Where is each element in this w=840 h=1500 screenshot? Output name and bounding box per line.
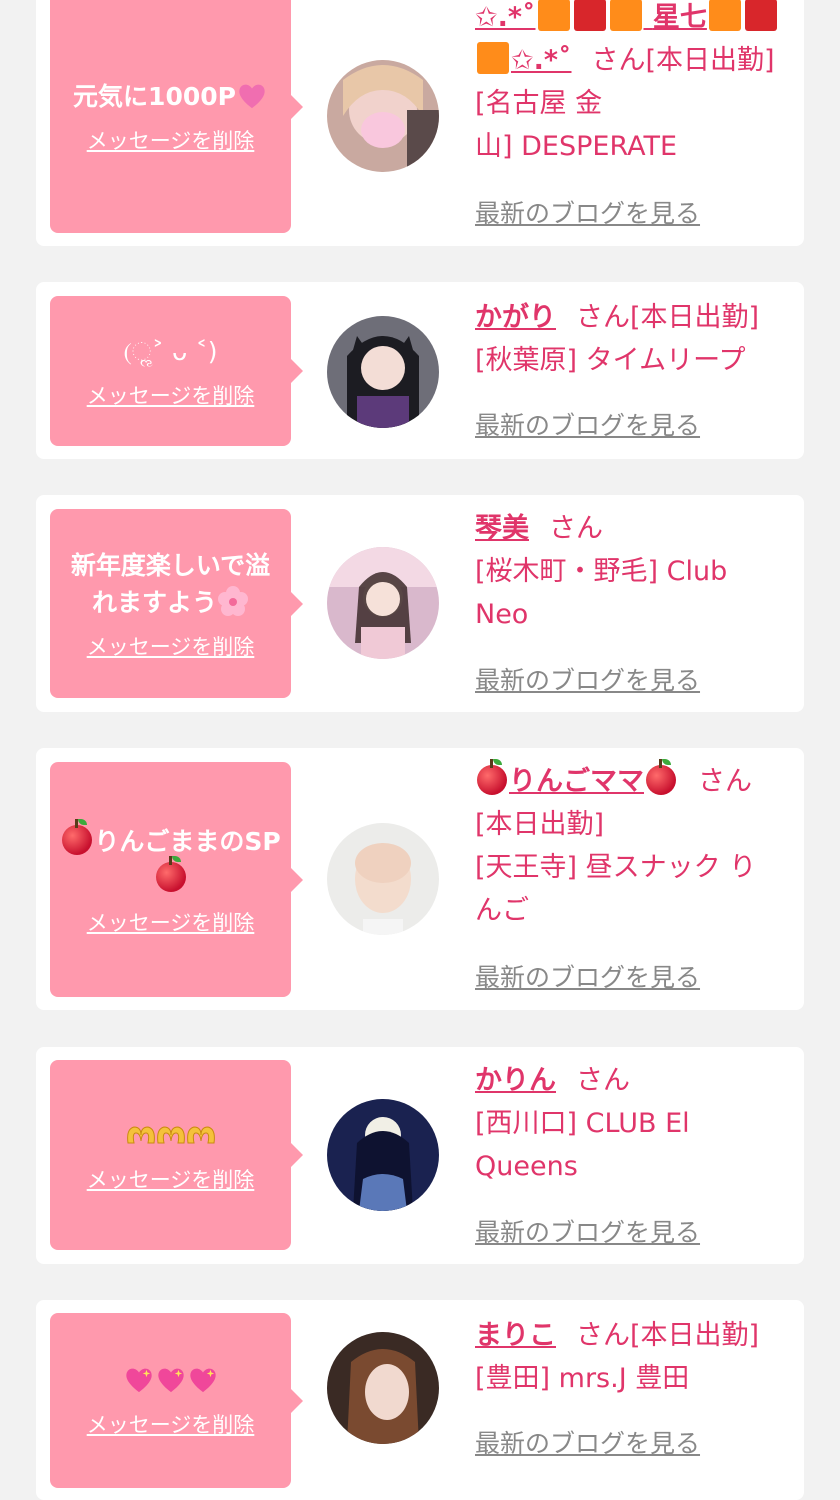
cast-info: まりこ さん[本日出勤] [豊田] mrs.J 豊田: [475, 1314, 795, 1400]
latest-blog-link[interactable]: 最新のブログを見る: [475, 406, 700, 442]
message-bubble: (ૢ˃ ᴗ ˂) メッセージを削除: [50, 296, 303, 446]
cast-info: ✩.*˚ 星七 ✩.*˚ さん[本日出勤] [名古屋 金 山] DESPERATE: [475, 0, 795, 168]
info-line: [本日出勤]: [630, 1320, 760, 1351]
apple-icon: [646, 759, 676, 795]
delete-message-link[interactable]: メッセージを削除: [87, 125, 255, 155]
message-bubble: 元気に1000P メッセージを削除: [50, 0, 303, 233]
info-line: [西川口] CLUB El: [475, 1108, 690, 1139]
cast-name-link[interactable]: まりこ: [475, 1320, 556, 1351]
cast-info: かりん さん [西川口] CLUB El Queens: [475, 1059, 795, 1188]
message-bubble: メッセージを削除: [50, 1313, 303, 1488]
honorific: さん: [576, 1320, 630, 1351]
avatar[interactable]: [327, 1099, 439, 1211]
cast-info: りんごママ さん [本日出勤] [天王寺] 昼スナック り んご: [475, 759, 795, 932]
favorite-card: メッセージを削除 まりこ さん[本日出勤] [豊田] mrs.J 豊田 最新のブロ…: [36, 1300, 804, 1500]
info-line: [桜木町・野毛] Club: [475, 556, 728, 587]
info-line: [豊田] mrs.J 豊田: [475, 1363, 690, 1394]
favorite-card: 元気に1000P メッセージを削除 ✩.*˚ 星七 ✩.*˚ さん[本日出勤] [名…: [36, 0, 804, 246]
latest-blog-link[interactable]: 最新のブログを見る: [475, 661, 700, 697]
sparkling-heart-icon: [157, 1368, 184, 1393]
message-bubble: りんごままのSP メッセージを削除: [50, 762, 303, 997]
favorite-card: りんごままのSP メッセージを削除 りんごママ さん [本日出勤] [天王寺] 昼…: [36, 748, 804, 1010]
cast-name-link[interactable]: りんごママ: [475, 759, 678, 797]
honorific: さん: [698, 766, 752, 797]
avatar[interactable]: [327, 547, 439, 659]
apple-icon: [155, 855, 186, 892]
info-line: [本日出勤]: [475, 809, 605, 840]
info-line: [本日出勤]: [630, 302, 760, 333]
cherry-blossom-icon: [218, 585, 248, 616]
info-line: [名古屋 金: [475, 88, 603, 119]
bubble-message: 元気に1000P: [73, 82, 236, 111]
favorite-card: メッセージを削除 かりん さん [西川口] CLUB El Queens 最新のブ…: [36, 1047, 804, 1264]
sparkling-heart-icon: [189, 1368, 216, 1393]
delete-message-link[interactable]: メッセージを削除: [87, 907, 255, 937]
favorite-card: (ૢ˃ ᴗ ˂) メッセージを削除 かがり さん[本日出勤] [秋葉原] タイムリ…: [36, 282, 804, 459]
info-line: [本日出勤]: [645, 45, 775, 76]
delete-message-link[interactable]: メッセージを削除: [87, 1164, 255, 1194]
latest-blog-link[interactable]: 最新のブログを見る: [475, 1424, 700, 1460]
honorific: さん: [576, 302, 630, 333]
avatar[interactable]: [327, 1332, 439, 1444]
info-line: [秋葉原] タイムリープ: [475, 345, 746, 376]
cast-info: 琴美 さん [桜木町・野毛] Club Neo: [475, 507, 795, 636]
cast-name-link[interactable]: かりん: [475, 1065, 556, 1096]
delete-message-link[interactable]: メッセージを削除: [87, 380, 255, 410]
latest-blog-link[interactable]: 最新のブログを見る: [475, 194, 700, 230]
info-line: [天王寺] 昼スナック り: [475, 852, 757, 883]
info-line: Neo: [475, 599, 529, 630]
heart-hands-icon: [156, 1125, 185, 1143]
avatar[interactable]: [327, 316, 439, 428]
avatar[interactable]: [327, 60, 439, 172]
cast-info: かがり さん[本日出勤] [秋葉原] タイムリープ: [475, 296, 795, 382]
sparkling-heart-icon: [125, 1368, 152, 1393]
bubble-message: (ૢ˃ ᴗ ˂): [123, 336, 218, 366]
message-bubble: メッセージを削除: [50, 1060, 303, 1250]
delete-message-link[interactable]: メッセージを削除: [87, 1409, 255, 1439]
avatar[interactable]: [327, 823, 439, 935]
latest-blog-link[interactable]: 最新のブログを見る: [475, 1213, 700, 1249]
heart-hands-icon: [126, 1125, 155, 1143]
info-line: んご: [475, 895, 529, 926]
latest-blog-link[interactable]: 最新のブログを見る: [475, 958, 700, 994]
cast-name-link[interactable]: 琴美: [475, 513, 529, 544]
cast-name-link[interactable]: かがり: [475, 302, 556, 333]
honorific: さん: [576, 1065, 630, 1096]
delete-message-link[interactable]: メッセージを削除: [87, 631, 255, 661]
pink-heart-icon: [239, 84, 265, 109]
heart-hands-icon: [186, 1125, 215, 1143]
apple-icon: [62, 818, 93, 855]
apple-icon: [477, 759, 507, 795]
honorific: さん: [549, 513, 603, 544]
info-line: Queens: [475, 1151, 578, 1182]
bubble-message: りんごままのSP: [94, 826, 281, 856]
info-line: 山] DESPERATE: [475, 131, 678, 162]
honorific: さん: [591, 45, 646, 76]
favorite-card: 新年度楽しいで溢れますよう メッセージを削除 琴美 さん [桜木町・野毛] Clu…: [36, 495, 804, 712]
message-bubble: 新年度楽しいで溢れますよう メッセージを削除: [50, 509, 303, 698]
